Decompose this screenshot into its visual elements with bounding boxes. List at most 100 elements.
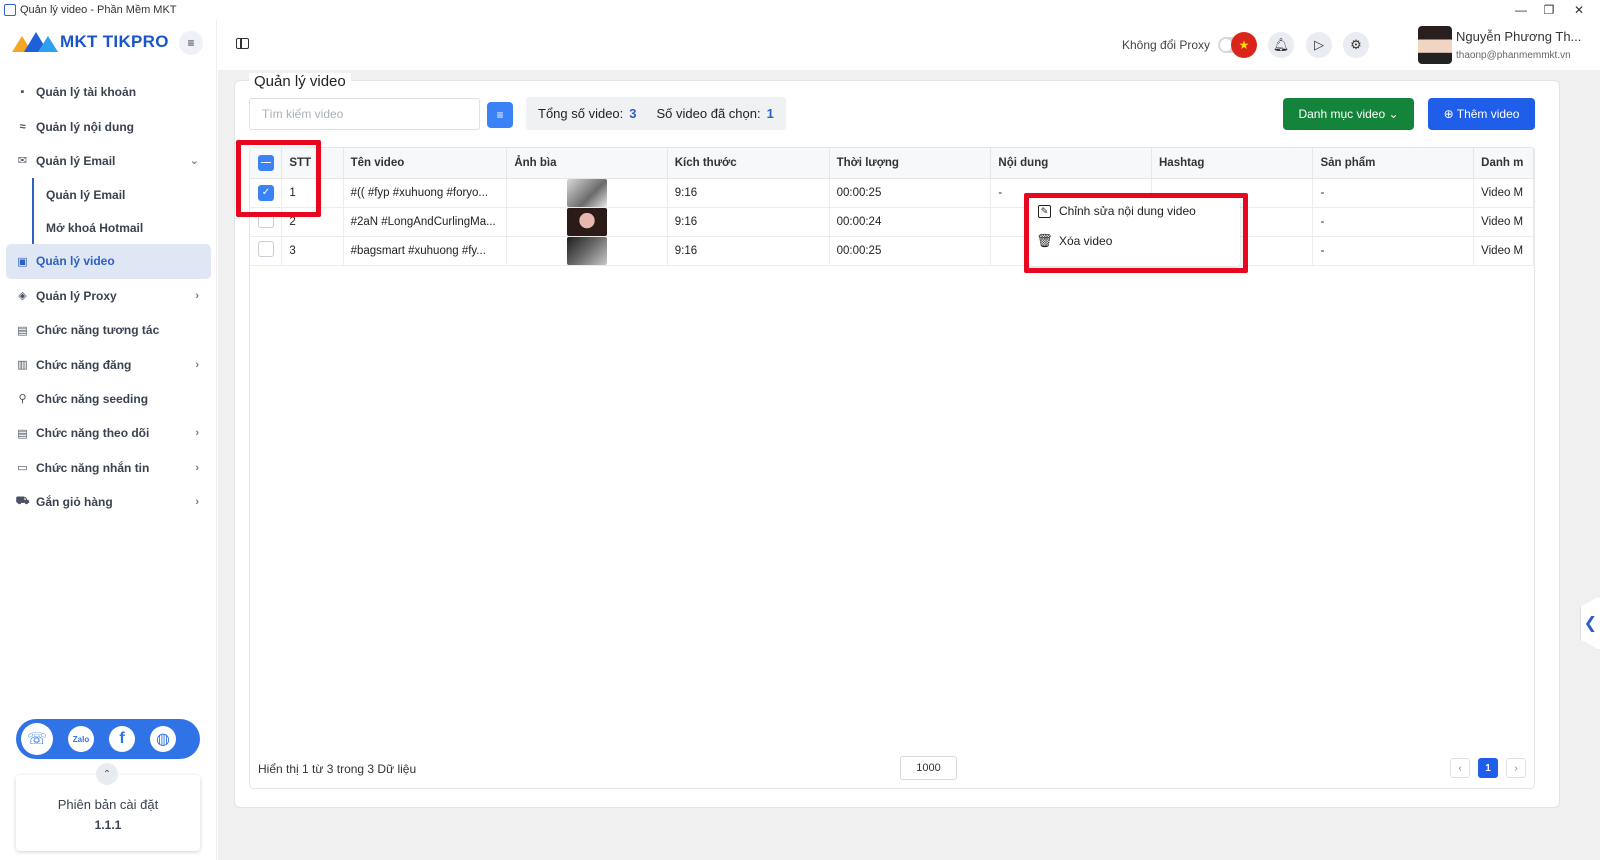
sidebar-item-seeding[interactable]: ⚲ Chức năng seeding	[6, 382, 211, 416]
select-all-checkbox[interactable]: —	[258, 154, 274, 171]
chevron-right-icon: ›	[195, 461, 199, 474]
sidebar-item-label: Chức năng nhắn tin	[36, 460, 150, 475]
total-label: Tổng số video:	[538, 106, 624, 121]
chevron-down-icon: ⌄	[189, 155, 199, 168]
filter-icon: ≡	[496, 108, 504, 122]
menu-toggle-button[interactable]: ≡	[179, 31, 203, 55]
window-titlebar: Quản lý video - Phần Mềm MKT — ❐ ✕	[0, 0, 1600, 20]
row-checkbox[interactable]	[258, 212, 274, 228]
topbar: Không đổi Proxy ★ 🔔︎ ▷ ⚙ Nguyễn Phương T…	[218, 20, 1600, 70]
social-links: ☏ Zalo f ◍	[16, 719, 200, 759]
version-box: Phiên bản cài đặt 1.1.1	[16, 775, 200, 851]
sidebar-subitem-hotmail[interactable]: Mở khoá Hotmail	[6, 211, 211, 245]
edit-video-content-item[interactable]: ✎ Chỉnh sửa nội dung video	[1028, 196, 1240, 226]
prev-page-button[interactable]: ‹	[1450, 758, 1470, 778]
chevron-left-icon: ❮	[1583, 615, 1598, 632]
main-content: Quản lý video ≡ Tổng số video: 3 Số vide…	[218, 70, 1583, 860]
sidebar-item-proxy[interactable]: ◈ Quản lý Proxy ›	[6, 279, 211, 313]
panel-toggle-icon[interactable]	[236, 38, 249, 49]
user-name: Nguyễn Phương Th...	[1456, 29, 1582, 44]
sidebar-item-email[interactable]: ✉ Quản lý Email ⌄	[6, 144, 211, 178]
sidebar: MKT TIKPRO ≡ ▪ Quản lý tài khoản ≈ Quản …	[0, 20, 217, 860]
col-header-stt[interactable]: STT	[281, 148, 344, 179]
col-header-duration[interactable]: Thời lượng	[829, 148, 992, 179]
trash-icon: 🗑︎	[1036, 233, 1053, 248]
page-size-select[interactable]: 1000	[900, 756, 957, 780]
email-icon: ✉	[17, 155, 28, 168]
sidebar-item-messaging[interactable]: ▭ Chức năng nhắn tin ›	[6, 451, 211, 485]
search-input[interactable]	[249, 98, 480, 130]
table-row[interactable]: ✓ 1 #(( #fyp #xuhuong #foryo... 9:16 00:…	[250, 178, 1534, 208]
cell-stt: 3	[281, 236, 344, 266]
cell-size: 9:16	[667, 207, 830, 237]
page-title: Quản lý video	[249, 73, 351, 90]
cell-size: 9:16	[667, 236, 830, 266]
col-header-cover[interactable]: Ảnh bìa	[506, 148, 668, 179]
chevron-up-icon: ⌃	[102, 768, 112, 780]
col-header-name[interactable]: Tên video	[343, 148, 508, 179]
row-checkbox[interactable]: ✓	[258, 184, 274, 201]
col-header-hashtag[interactable]: Hashtag	[1151, 148, 1314, 179]
cell-cover	[506, 236, 668, 266]
video-icon: ▣	[17, 255, 28, 268]
video-table: — STT Tên video Ảnh bìa Kích thước Thời …	[249, 147, 1535, 789]
col-header-content[interactable]: Nội dung	[990, 148, 1152, 179]
user-email: thaonp@phanmemmkt.vn	[1456, 50, 1571, 61]
sidebar-subitem-email[interactable]: Quản lý Email	[6, 178, 211, 212]
support-icon[interactable]: ☏	[21, 723, 53, 755]
sidebar-item-label: Quản lý video	[36, 254, 115, 269]
table-row[interactable]: 2 #2aN #LongAndCurlingMa... 9:16 00:00:2…	[250, 207, 1534, 237]
logo-mark-icon	[12, 32, 58, 52]
avatar[interactable]	[1418, 26, 1452, 64]
filter-button[interactable]: ≡	[487, 102, 513, 128]
pagination-summary: Hiển thị 1 từ 3 trong 3 Dữ liệu	[258, 762, 417, 776]
collapse-up-button[interactable]: ⌃	[96, 763, 118, 785]
grid-icon: ▪	[20, 86, 25, 99]
bell-icon[interactable]: 🔔︎	[1268, 32, 1294, 58]
row-select-cell	[250, 236, 283, 266]
delete-video-item[interactable]: 🗑︎ Xóa video	[1028, 226, 1240, 256]
video-category-button[interactable]: Danh mục video ⌄	[1283, 98, 1414, 130]
restore-button[interactable]: ❐	[1533, 0, 1565, 20]
zalo-icon[interactable]: Zalo	[68, 726, 94, 752]
sidebar-item-label: Gắn giỏ hàng	[36, 495, 113, 510]
vietnam-flag-icon[interactable]: ★	[1231, 32, 1257, 58]
globe-icon[interactable]: ◍	[150, 726, 176, 752]
col-header-size[interactable]: Kích thước	[667, 148, 830, 179]
version-number: 1.1.1	[94, 818, 122, 832]
col-header-product[interactable]: Sản phẩm	[1312, 148, 1475, 179]
cell-category: Video M	[1473, 236, 1534, 266]
next-page-button[interactable]: ›	[1506, 758, 1526, 778]
add-video-button[interactable]: ⊕ Thêm video	[1428, 98, 1535, 130]
sidebar-item-account[interactable]: ▪ Quản lý tài khoản	[6, 75, 211, 109]
seeding-icon: ⚲	[18, 393, 27, 406]
sidebar-item-label: Quản lý nội dung	[36, 119, 134, 134]
proxy-toggle-label: Không đổi Proxy	[1122, 38, 1211, 52]
sidebar-item-follow[interactable]: ▤ Chức năng theo dõi ›	[6, 416, 211, 450]
table-row[interactable]: 3 #bagsmart #xuhuong #fy... 9:16 00:00:2…	[250, 236, 1534, 266]
post-icon: ▥	[17, 359, 28, 372]
video-card: Quản lý video ≡ Tổng số video: 3 Số vide…	[234, 73, 1560, 808]
edit-video-content-label: Chỉnh sửa nội dung video	[1059, 204, 1196, 218]
sidebar-item-video[interactable]: ▣ Quản lý video	[6, 244, 211, 279]
sidebar-item-label: Quản lý Proxy	[36, 288, 117, 303]
row-checkbox[interactable]	[258, 241, 274, 257]
gear-icon[interactable]: ⚙	[1343, 32, 1369, 58]
chevron-right-icon: ›	[195, 358, 199, 371]
sidebar-item-interaction[interactable]: ▤ Chức năng tương tác	[6, 313, 211, 347]
sidebar-item-cart[interactable]: ⛟ Gắn giỏ hàng ›	[6, 485, 211, 519]
version-label: Phiên bản cài đặt	[57, 797, 159, 812]
facebook-icon[interactable]: f	[109, 726, 135, 752]
sidebar-item-content[interactable]: ≈ Quản lý nội dung	[6, 109, 211, 143]
sidebar-item-post[interactable]: ▥ Chức năng đăng ›	[6, 347, 211, 381]
play-icon[interactable]: ▷	[1306, 32, 1332, 58]
logo: MKT TIKPRO	[12, 32, 169, 52]
close-button[interactable]: ✕	[1563, 0, 1595, 20]
page-1-button[interactable]: 1	[1478, 758, 1498, 778]
hamburger-icon: ≡	[187, 36, 195, 50]
cell-name: #2aN #LongAndCurlingMa...	[343, 207, 508, 237]
col-header-category[interactable]: Danh m	[1473, 148, 1534, 179]
cell-name: #(( #fyp #xuhuong #foryo...	[343, 178, 508, 208]
row-context-menu: ✎ Chỉnh sửa nội dung video 🗑︎ Xóa video	[1028, 196, 1240, 266]
sidebar-item-label: Quản lý tài khoản	[36, 85, 137, 100]
